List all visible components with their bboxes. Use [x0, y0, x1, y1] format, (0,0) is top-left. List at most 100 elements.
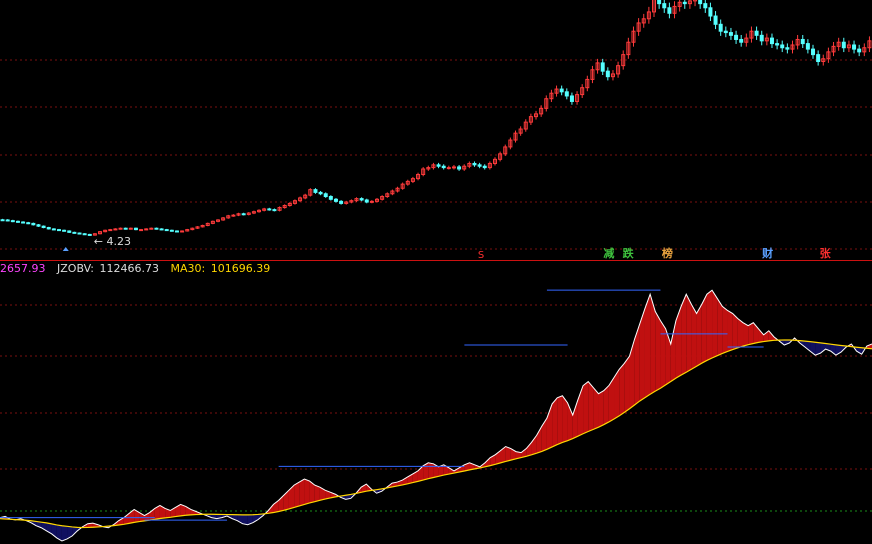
candle-body — [174, 230, 179, 233]
candle-body — [811, 48, 816, 56]
jzobv-fill-segment — [588, 381, 594, 432]
candle-body — [56, 229, 61, 232]
candle-body — [682, 1, 687, 5]
event-badge[interactable]: 张 — [820, 245, 831, 261]
candle-body — [41, 225, 46, 229]
event-badge[interactable]: 跌 — [623, 245, 634, 261]
candle-body — [154, 227, 159, 230]
candle-body — [708, 7, 713, 17]
jzobv-fill-segment — [712, 290, 718, 359]
jzobv-fill-segment — [644, 294, 651, 398]
candle-body — [118, 227, 123, 230]
candle-body — [703, 3, 708, 9]
candle-body — [785, 47, 790, 50]
jzobv-fill-segment — [541, 418, 547, 452]
candle-body — [718, 23, 723, 32]
candle-body — [657, 0, 662, 5]
jzobv-fill-segment — [624, 356, 630, 413]
candle-body — [451, 166, 456, 169]
candle-body — [272, 209, 277, 212]
jzobv-fill-segment — [557, 395, 563, 445]
jzobv-fill-segment — [593, 387, 599, 430]
jzobv-fill-segment — [743, 322, 749, 347]
candle-body — [26, 222, 31, 225]
event-badge[interactable]: 财 — [762, 245, 773, 261]
jzobv-fill-segment — [526, 442, 532, 457]
jzobv-fill-segment — [732, 313, 738, 350]
jzobv-fill-segment — [583, 381, 589, 434]
jzobv-fill-segment — [603, 385, 609, 425]
candle-body — [267, 208, 272, 211]
candle-body — [77, 232, 82, 235]
candle-body — [698, 0, 703, 5]
candle-body — [441, 165, 446, 169]
prev-value: 2657.93 — [0, 262, 46, 275]
jzobv-fill-segment — [696, 304, 702, 367]
candle-body — [457, 166, 462, 170]
jzobv-fill-segment — [706, 290, 713, 361]
candle-body — [759, 34, 764, 42]
candle-body — [482, 165, 487, 169]
jzobv-fill-segment — [562, 395, 568, 443]
candle-body — [169, 229, 174, 232]
jzobv-fill-segment — [294, 482, 300, 508]
jzobv-value: 112466.73 — [99, 262, 159, 275]
candle-body — [805, 43, 810, 50]
candle-body — [477, 164, 482, 167]
candle-body — [149, 227, 154, 230]
candle-body — [841, 41, 846, 49]
candle-body — [51, 228, 56, 231]
candle-body — [436, 164, 441, 167]
jzobv-fill-segment — [61, 525, 68, 541]
candle-body — [128, 227, 133, 230]
jzobv-fill-segment — [691, 304, 697, 370]
candle-body — [62, 229, 67, 232]
low-price-annotation: ← 4.23 — [94, 235, 131, 248]
jzobv-fill-segment — [670, 320, 676, 382]
candle-body — [67, 230, 72, 233]
jzobv-fill-segment — [288, 485, 295, 509]
jzobv-fill-segment — [748, 322, 754, 345]
jzobv-fill-segment — [619, 363, 625, 416]
candle-body — [800, 38, 805, 45]
candle-body — [241, 213, 246, 216]
candle-body — [559, 88, 564, 93]
candle-body — [569, 95, 574, 102]
candle-body — [144, 228, 149, 231]
candle-body — [82, 233, 87, 236]
candle-body — [333, 198, 338, 202]
candle-body — [123, 227, 128, 230]
candle-body — [10, 220, 15, 223]
candle-body — [600, 62, 605, 72]
candle-body — [313, 189, 318, 193]
marker-s: S — [478, 250, 484, 261]
candle-body — [339, 200, 344, 204]
candle-body — [364, 199, 369, 203]
jzobv-fill-segment — [722, 306, 728, 354]
jzobv-fill-segment — [552, 397, 558, 447]
candle-body — [133, 227, 138, 231]
ma30-line — [0, 339, 872, 529]
candle-body — [775, 43, 780, 46]
candle-body — [180, 230, 185, 233]
candle-body — [318, 191, 323, 195]
jzobv-fill-segment — [758, 328, 764, 343]
candle-body — [662, 3, 667, 9]
event-badge[interactable]: 榜 — [662, 245, 673, 261]
candle-body — [780, 44, 785, 49]
jzobv-fill-segment — [681, 294, 687, 376]
candle-body — [667, 7, 672, 14]
candle-body — [739, 38, 744, 43]
candle-body — [605, 70, 610, 78]
event-badge[interactable]: 减 — [603, 245, 614, 261]
jzobv-fill-segment — [727, 310, 733, 352]
jzobv-fill-segment — [660, 320, 666, 389]
candle-body — [446, 167, 451, 170]
jzobv-fill-segment — [686, 294, 692, 373]
jzobv-fill-segment — [701, 294, 707, 364]
candle-body — [113, 228, 118, 231]
candle-body — [231, 214, 236, 217]
candle-body — [734, 34, 739, 40]
candle-body — [159, 228, 164, 231]
jzobv-label: JZOBV: — [57, 262, 94, 275]
